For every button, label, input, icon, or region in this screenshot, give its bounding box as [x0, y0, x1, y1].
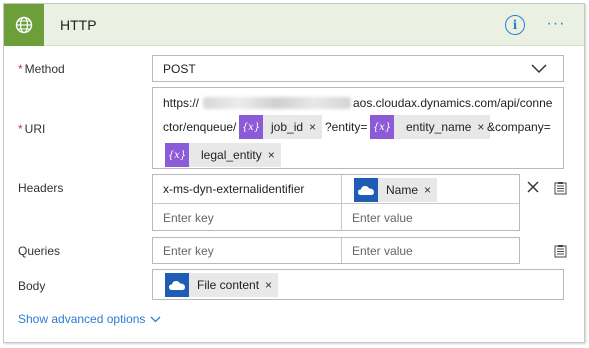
token-file-content[interactable]: File content × — [165, 273, 279, 297]
queries-label: Queries — [18, 244, 61, 258]
redacted-host — [203, 97, 351, 109]
token-name[interactable]: Name × — [354, 178, 438, 202]
method-label-text: Method — [24, 62, 65, 76]
uri-company-param: &company= — [487, 120, 551, 134]
switch-to-text-mode-button[interactable] — [552, 243, 568, 259]
token-label: Name — [386, 183, 419, 197]
headers-table: x-ms-dyn-externalidentifier Name × Enter… — [152, 174, 520, 231]
column-divider — [341, 238, 342, 263]
row-divider — [153, 203, 519, 204]
expression-icon: {x} — [370, 115, 394, 139]
text-mode-icon — [554, 181, 566, 194]
chevron-down-icon — [531, 64, 547, 74]
expression-icon: {x} — [239, 115, 263, 139]
uri-label-text: URI — [24, 122, 46, 136]
more-options-button[interactable]: ··· — [543, 13, 569, 35]
token-job-id[interactable]: {x} job_id × — [239, 115, 323, 139]
uri-host-suffix: aos.cloudax.dynamics.com/api/conne — [353, 96, 553, 110]
header-key-1[interactable]: x-ms-dyn-externalidentifier — [163, 182, 339, 198]
query-key-input[interactable]: Enter key — [163, 244, 214, 258]
token-entity-name[interactable]: {x} entity_name × — [370, 115, 491, 139]
header-key-input[interactable]: Enter key — [163, 211, 214, 225]
expression-icon: {x} — [165, 143, 189, 167]
show-advanced-options-link[interactable]: Show advanced options — [18, 312, 161, 326]
advanced-options-label: Show advanced options — [18, 312, 146, 326]
token-label: entity_name — [406, 120, 472, 134]
required-marker: * — [18, 122, 23, 136]
token-label: File content — [197, 278, 260, 292]
token-legal-entity[interactable]: {x} legal_entity × — [165, 143, 281, 167]
method-label: * Method — [18, 62, 65, 76]
http-action-card: HTTP i ··· * Method POST * URI https:// ao… — [3, 3, 585, 343]
queries-table: Enter key Enter value — [152, 237, 520, 264]
body-input[interactable]: File content × — [152, 269, 564, 300]
uri-prefix: https:// — [163, 96, 200, 110]
required-marker: * — [18, 62, 23, 76]
remove-token-button[interactable]: × — [268, 148, 281, 162]
uri-label: * URI — [18, 122, 45, 136]
token-label: legal_entity — [201, 148, 262, 162]
text-mode-icon — [554, 244, 566, 257]
method-value: POST — [163, 62, 196, 76]
remove-token-button[interactable]: × — [309, 120, 322, 134]
method-dropdown[interactable]: POST — [152, 55, 564, 82]
remove-token-button[interactable]: × — [265, 278, 278, 292]
header-value-input[interactable]: Enter value — [352, 211, 413, 225]
headers-label: Headers — [18, 181, 64, 195]
uri-input[interactable]: https:// aos.cloudax.dynamics.com/api/co… — [152, 87, 564, 169]
globe-icon — [15, 16, 33, 34]
uri-path: ctor/enqueue/ — [163, 120, 237, 134]
onedrive-cloud-icon — [165, 273, 189, 297]
action-title: HTTP — [60, 17, 97, 33]
card-header[interactable]: HTTP i ··· — [4, 4, 584, 46]
query-value-input[interactable]: Enter value — [352, 244, 413, 258]
remove-header-row-button[interactable] — [524, 178, 542, 196]
info-button[interactable]: i — [505, 15, 525, 35]
chevron-down-icon — [150, 316, 161, 322]
switch-to-text-mode-button[interactable] — [552, 180, 568, 196]
action-icon-box — [4, 4, 44, 46]
body-label: Body — [18, 279, 46, 293]
onedrive-cloud-icon — [354, 178, 378, 202]
uri-entity-param: ?entity= — [325, 120, 368, 134]
remove-token-button[interactable]: × — [424, 183, 437, 197]
close-icon — [527, 181, 539, 193]
token-label: job_id — [271, 120, 304, 134]
